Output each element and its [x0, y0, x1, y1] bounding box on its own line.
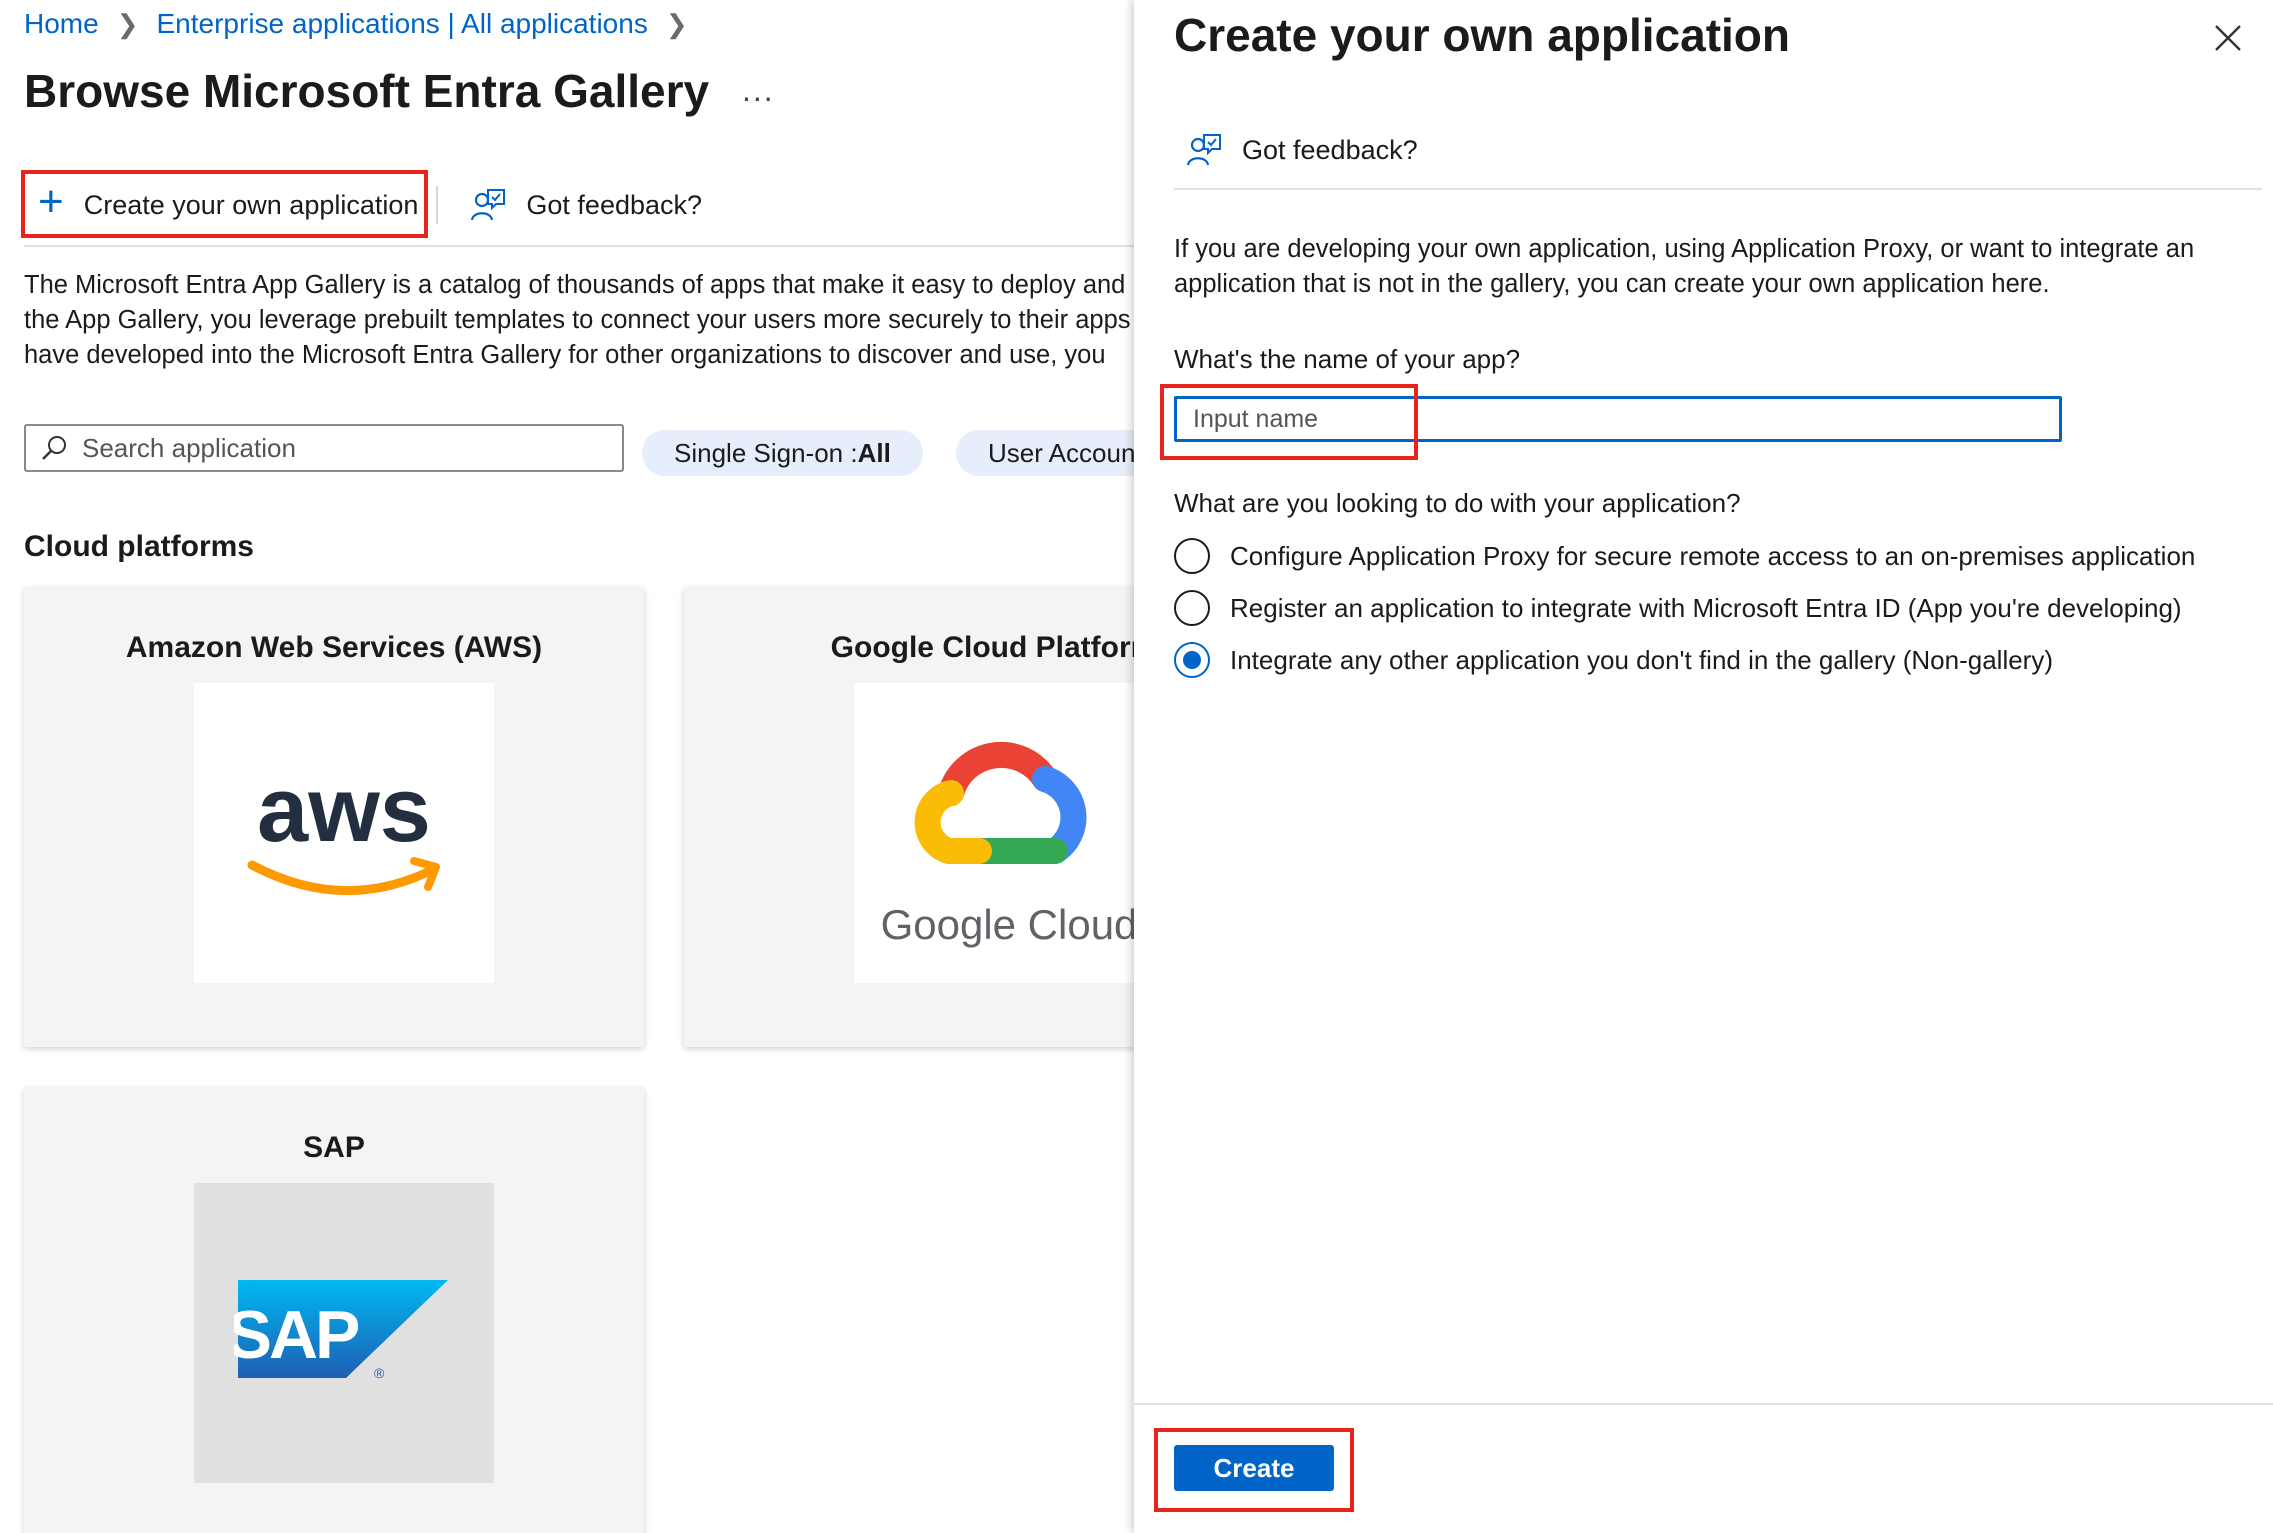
panel-footer-divider [1134, 1403, 2273, 1405]
sap-logo-text: SAP [234, 1297, 359, 1373]
option-app-proxy[interactable]: Configure Application Proxy for secure r… [1174, 538, 2195, 574]
got-feedback-label: Got feedback? [526, 189, 703, 220]
more-options-button[interactable]: ... [742, 72, 775, 109]
search-application-input[interactable]: Search application [24, 424, 624, 472]
search-placeholder: Search application [82, 432, 296, 463]
panel-feedback-label: Got feedback? [1242, 134, 1418, 165]
chevron-right-icon: ❯ [665, 8, 688, 39]
radio-button[interactable] [1174, 538, 1210, 574]
close-icon[interactable] [2210, 20, 2246, 56]
sap-logo-graphic: SAP ® [234, 1280, 448, 1381]
command-bar: + Create your own application Got feedba… [24, 170, 1134, 240]
option-register-app[interactable]: Register an application to integrate wit… [1174, 590, 2182, 626]
app-card-title: Amazon Web Services (AWS) [125, 631, 543, 664]
option-non-gallery[interactable]: Integrate any other application you don'… [1174, 642, 2053, 678]
panel-got-feedback-button[interactable]: Got feedback? [1186, 132, 1418, 168]
create-own-application-label: Create your own application [83, 189, 419, 220]
panel-header-divider [1174, 188, 2262, 190]
got-feedback-button[interactable]: Got feedback? [470, 175, 702, 235]
app-name-label: What's the name of your app? [1174, 344, 1521, 374]
app-card-sap[interactable]: SAP SAP ® [24, 1087, 644, 1533]
screen: Home ❯ Enterprise applications | All app… [0, 0, 2273, 1533]
app-card-title: Google Cloud Platform [830, 631, 1134, 664]
toolbar-divider-line [24, 245, 1134, 247]
google-cloud-logo-text: Google Cloud [881, 901, 1134, 948]
toolbar-divider [436, 186, 439, 224]
create-button[interactable]: Create [1174, 1445, 1334, 1491]
gallery-page: Home ❯ Enterprise applications | All app… [0, 0, 1134, 1533]
aws-logo-text: aws [257, 759, 431, 861]
panel-description: If you are developing your own applicati… [1174, 235, 2195, 298]
cloud-platforms-heading: Cloud platforms [24, 530, 254, 563]
feedback-icon [471, 189, 506, 221]
app-name-input[interactable] [1174, 396, 2062, 442]
single-sign-on-filter[interactable]: Single Sign-on : All [642, 430, 923, 476]
description-line: the App Gallery, you leverage prebuilt t… [24, 306, 1131, 334]
app-card-title: SAP [303, 1131, 365, 1164]
user-account-filter[interactable]: User Account [956, 430, 1134, 476]
sso-filter-value: All [857, 437, 891, 468]
aws-logo-graphic: aws [247, 759, 440, 895]
search-icon [42, 436, 66, 460]
user-account-filter-label: User Account [988, 437, 1134, 468]
option-label: Integrate any other application you don'… [1230, 644, 2053, 675]
radio-button[interactable] [1174, 590, 1210, 626]
purpose-label: What are you looking to do with your app… [1174, 488, 1741, 518]
create-application-panel: Create your own application Got feedback… [1134, 0, 2273, 1533]
option-label: Configure Application Proxy for secure r… [1230, 540, 2196, 571]
sap-logo: SAP ® [194, 1183, 494, 1483]
aws-logo: aws [194, 683, 494, 983]
description-line: The Microsoft Entra App Gallery is a cat… [24, 271, 1126, 299]
breadcrumb: Home ❯ Enterprise applications | All app… [24, 8, 706, 40]
radio-button-selected[interactable] [1174, 642, 1210, 678]
create-own-application-button[interactable]: + Create your own application [24, 175, 418, 235]
panel-title: Create your own application [1174, 9, 1790, 61]
svg-text:®: ® [374, 1365, 385, 1381]
breadcrumb-home[interactable]: Home [24, 8, 99, 40]
gallery-description: The Microsoft Entra App Gallery is a cat… [24, 268, 1134, 373]
description-line: have developed into the Microsoft Entra … [24, 341, 1106, 369]
breadcrumb-enterprise-apps[interactable]: Enterprise applications | All applicatio… [157, 8, 648, 40]
app-card-google-cloud[interactable]: Google Cloud Platform Google Cloud [684, 587, 1134, 1047]
google-cloud-logo-graphic: Google Cloud [881, 741, 1134, 948]
chevron-right-icon: ❯ [116, 8, 139, 39]
app-card-aws[interactable]: Amazon Web Services (AWS) aws [24, 587, 644, 1047]
feedback-icon [1186, 134, 1221, 166]
sso-filter-label: Single Sign-on : [674, 437, 858, 468]
option-label: Register an application to integrate wit… [1230, 592, 2182, 623]
page-title: Browse Microsoft Entra Gallery [24, 65, 710, 117]
google-cloud-logo: Google Cloud [854, 683, 1134, 983]
plus-icon: + [38, 177, 64, 226]
